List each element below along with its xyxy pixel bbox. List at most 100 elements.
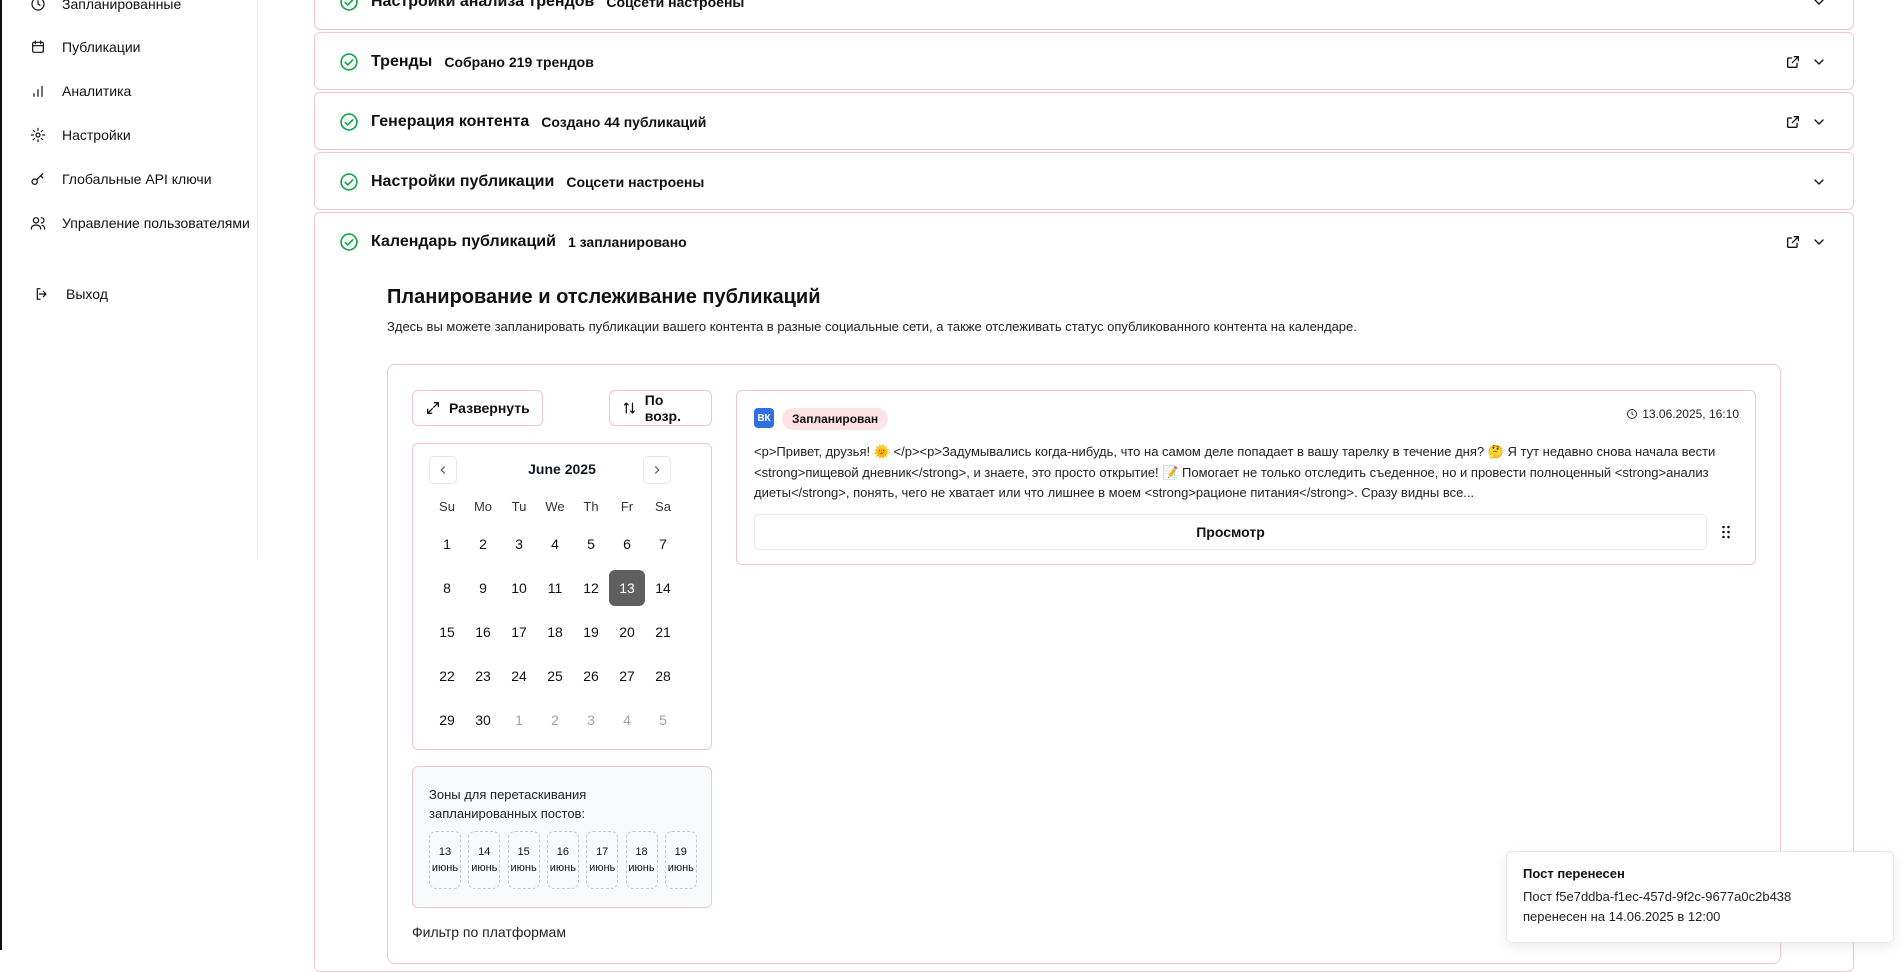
drop-zone-day: 19 bbox=[674, 846, 687, 858]
sidebar-item-scheduled[interactable]: Запланированные bbox=[30, 0, 181, 12]
calendar-day[interactable]: 15 bbox=[429, 614, 465, 650]
clock-icon bbox=[31, 0, 45, 11]
calendar-day[interactable]: 7 bbox=[645, 526, 681, 562]
sort-button[interactable]: По возр. bbox=[609, 390, 712, 426]
accordion-title: Тренды bbox=[371, 53, 433, 70]
drop-zone[interactable]: 15 июнь bbox=[507, 831, 540, 889]
accordion-subtitle: Собрано 219 трендов bbox=[444, 54, 594, 70]
toast-message-line: Пост f5e7ddba-f1ec-457d-9f2c-9677a0c2b43… bbox=[1523, 889, 1792, 904]
calendar-day[interactable]: 6 bbox=[609, 526, 645, 562]
expand-label: Развернуть bbox=[449, 400, 530, 416]
calendar-day[interactable]: 22 bbox=[429, 658, 465, 694]
sidebar-item-label: Глобальные API ключи bbox=[62, 171, 212, 187]
calendar-day[interactable]: 1 bbox=[429, 526, 465, 562]
accordion-subtitle: Соцсети настроены bbox=[606, 0, 745, 10]
calendar-day[interactable]: 10 bbox=[501, 570, 537, 606]
logout-icon bbox=[36, 288, 47, 300]
expand-button[interactable]: Развернуть bbox=[412, 390, 543, 426]
chevron-down-icon[interactable] bbox=[1811, 0, 1827, 10]
drop-zone[interactable]: 16 июнь bbox=[546, 831, 579, 889]
accordion-publication-settings[interactable]: Настройки публикации Соцсети настроены bbox=[314, 152, 1854, 210]
drop-zone[interactable]: 19 июнь bbox=[664, 831, 697, 889]
calendar-day[interactable]: 25 bbox=[537, 658, 573, 694]
calendar: June 2025 Su Mo Tu We Th Fr Sa 1 2 3 4 5 6 7 8 9 10 11 12 1… bbox=[412, 443, 712, 750]
drop-zone-day: 14 bbox=[478, 846, 491, 858]
accordion-title: Настройки анализа трендов bbox=[371, 0, 595, 10]
weekday-label: We bbox=[545, 499, 565, 514]
sidebar-item-api-keys[interactable]: Глобальные API ключи bbox=[30, 171, 212, 187]
accordion-trend-settings[interactable]: Настройки анализа трендов Соцсети настро… bbox=[314, 0, 1854, 30]
calendar-day[interactable]: 27 bbox=[609, 658, 645, 694]
external-link-icon[interactable] bbox=[1785, 54, 1801, 70]
sidebar-item-label: Настройки bbox=[62, 127, 131, 143]
drop-zone[interactable]: 14 июнь bbox=[468, 831, 501, 889]
calendar-day[interactable]: 3 bbox=[501, 526, 537, 562]
drop-zone-day: 16 bbox=[556, 846, 570, 858]
platform-filter-label: Фильтр по платформам bbox=[412, 924, 566, 940]
accordion-title: Календарь публикаций bbox=[371, 233, 556, 250]
calendar-day[interactable]: 30 bbox=[465, 702, 501, 738]
sidebar: Запланированные Публикации Аналитика Нас… bbox=[2, 0, 258, 558]
calendar-day[interactable]: 8 bbox=[429, 570, 465, 606]
sidebar-item-settings[interactable]: Настройки bbox=[30, 127, 131, 143]
drop-zone-day: 18 bbox=[635, 846, 648, 858]
calendar-day[interactable]: 20 bbox=[609, 614, 645, 650]
drop-zone-day: 15 bbox=[517, 846, 530, 858]
drop-zone[interactable]: 13 июнь bbox=[429, 831, 461, 889]
drop-zone-month: июнь bbox=[589, 862, 616, 874]
calendar-day[interactable]: 2 bbox=[465, 526, 501, 562]
drop-zone[interactable]: 18 июнь bbox=[625, 831, 658, 889]
sort-icon bbox=[623, 402, 635, 414]
accordion-trends[interactable]: Тренды Собрано 219 трендов bbox=[314, 32, 1854, 90]
calendar-day[interactable]: 24 bbox=[501, 658, 537, 694]
accordion-title: Генерация контента bbox=[371, 113, 530, 130]
calendar-day[interactable]: 9 bbox=[465, 570, 501, 606]
calendar-day[interactable]: 5 bbox=[573, 526, 609, 562]
chevron-down-icon[interactable] bbox=[1811, 114, 1827, 130]
sidebar-item-analytics[interactable]: Аналитика bbox=[30, 83, 131, 99]
status-badge: Запланирован bbox=[782, 408, 889, 430]
calendar-day[interactable]: 21 bbox=[645, 614, 681, 650]
scheduler-title: Планирование и отслеживание публикаций bbox=[387, 286, 821, 308]
calendar-day[interactable]: 2 bbox=[537, 702, 573, 738]
calendar-day[interactable]: 3 bbox=[573, 702, 609, 738]
calendar-day[interactable]: 5 bbox=[645, 702, 681, 738]
drop-zone-day: 13 bbox=[438, 846, 452, 858]
clock-icon bbox=[1627, 409, 1638, 419]
accordion-subtitle: 1 запланировано bbox=[567, 234, 687, 250]
calendar-day[interactable]: 18 bbox=[537, 614, 573, 650]
calendar-day[interactable]: 28 bbox=[645, 658, 681, 694]
calendar-day[interactable]: 29 bbox=[429, 702, 465, 738]
weekday-label: Su bbox=[439, 499, 455, 514]
sidebar-item-users[interactable]: Управление пользователями bbox=[30, 215, 250, 231]
sidebar-item-label: Публикации bbox=[62, 39, 141, 55]
accordion-header[interactable]: Календарь публикаций 1 запланировано bbox=[315, 213, 1853, 271]
chevron-down-icon[interactable] bbox=[1811, 54, 1827, 70]
accordion-content-generation[interactable]: Генерация контента Создано 44 публикаций bbox=[314, 92, 1854, 150]
external-link-icon[interactable] bbox=[1785, 234, 1801, 250]
calendar-day[interactable]: 16 bbox=[465, 614, 501, 650]
calendar-day[interactable]: 13 bbox=[609, 570, 645, 606]
calendar-day[interactable]: 14 bbox=[645, 570, 681, 606]
drag-handle-icon[interactable] bbox=[1721, 525, 1731, 539]
sidebar-item-publications[interactable]: Публикации bbox=[30, 39, 140, 55]
external-link-icon[interactable] bbox=[1785, 114, 1801, 130]
calendar-day[interactable]: 12 bbox=[573, 570, 609, 606]
calendar-day[interactable]: 4 bbox=[537, 526, 573, 562]
chevron-down-icon[interactable] bbox=[1811, 234, 1827, 250]
toast-message-line: перенесен на 14.06.2025 в 12:00 bbox=[1523, 909, 1721, 924]
calendar-day[interactable]: 23 bbox=[465, 658, 501, 694]
calendar-day[interactable]: 26 bbox=[573, 658, 609, 694]
drop-zone-day: 17 bbox=[596, 846, 609, 858]
chevron-down-icon[interactable] bbox=[1811, 174, 1827, 190]
view-button[interactable]: Просмотр bbox=[754, 514, 1707, 550]
calendar-day[interactable]: 4 bbox=[609, 702, 645, 738]
logout-button[interactable]: Выход bbox=[34, 286, 108, 302]
calendar-day[interactable]: 1 bbox=[501, 702, 537, 738]
drop-zone[interactable]: 17 июнь bbox=[586, 831, 619, 889]
calendar-day[interactable]: 19 bbox=[573, 614, 609, 650]
calendar-day[interactable]: 17 bbox=[501, 614, 537, 650]
calendar-day[interactable]: 11 bbox=[537, 570, 573, 606]
sidebar-item-label: Аналитика bbox=[62, 83, 132, 99]
next-month-button[interactable] bbox=[643, 456, 671, 484]
